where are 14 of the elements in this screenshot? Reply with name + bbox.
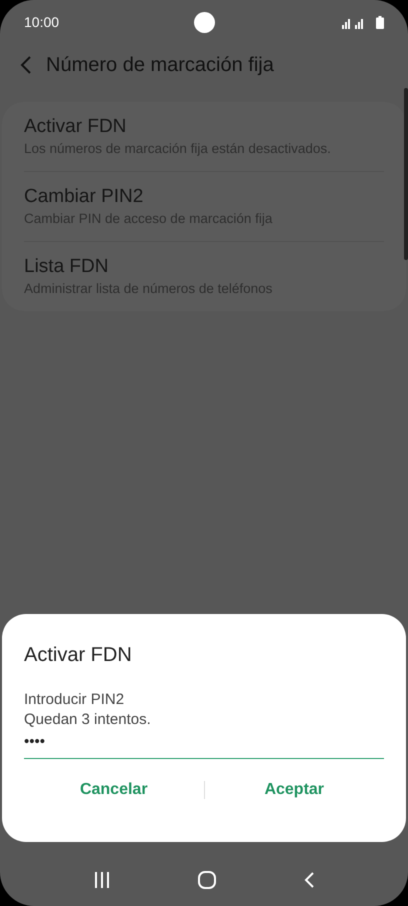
item-title[interactable]: Activar FDN xyxy=(24,116,384,139)
page-title: Número de marcación fija xyxy=(46,53,274,78)
dialog-message: Introducir PIN2 xyxy=(24,690,126,710)
clock: 10:00 xyxy=(24,13,60,32)
item-title[interactable]: Lista FDN xyxy=(24,256,384,279)
camera-icon xyxy=(194,12,215,33)
item-title[interactable]: Cambiar PIN2 xyxy=(24,186,384,209)
recents-icon[interactable] xyxy=(94,872,110,888)
battery-icon xyxy=(376,16,384,29)
home-icon[interactable] xyxy=(198,871,216,889)
dialog-title: Activar FDN xyxy=(24,643,133,668)
attempts-text: Quedan 3 intentos. xyxy=(24,710,152,729)
accept-button[interactable]: Aceptar xyxy=(204,776,384,802)
cancel-button[interactable]: Cancelar xyxy=(24,776,204,802)
